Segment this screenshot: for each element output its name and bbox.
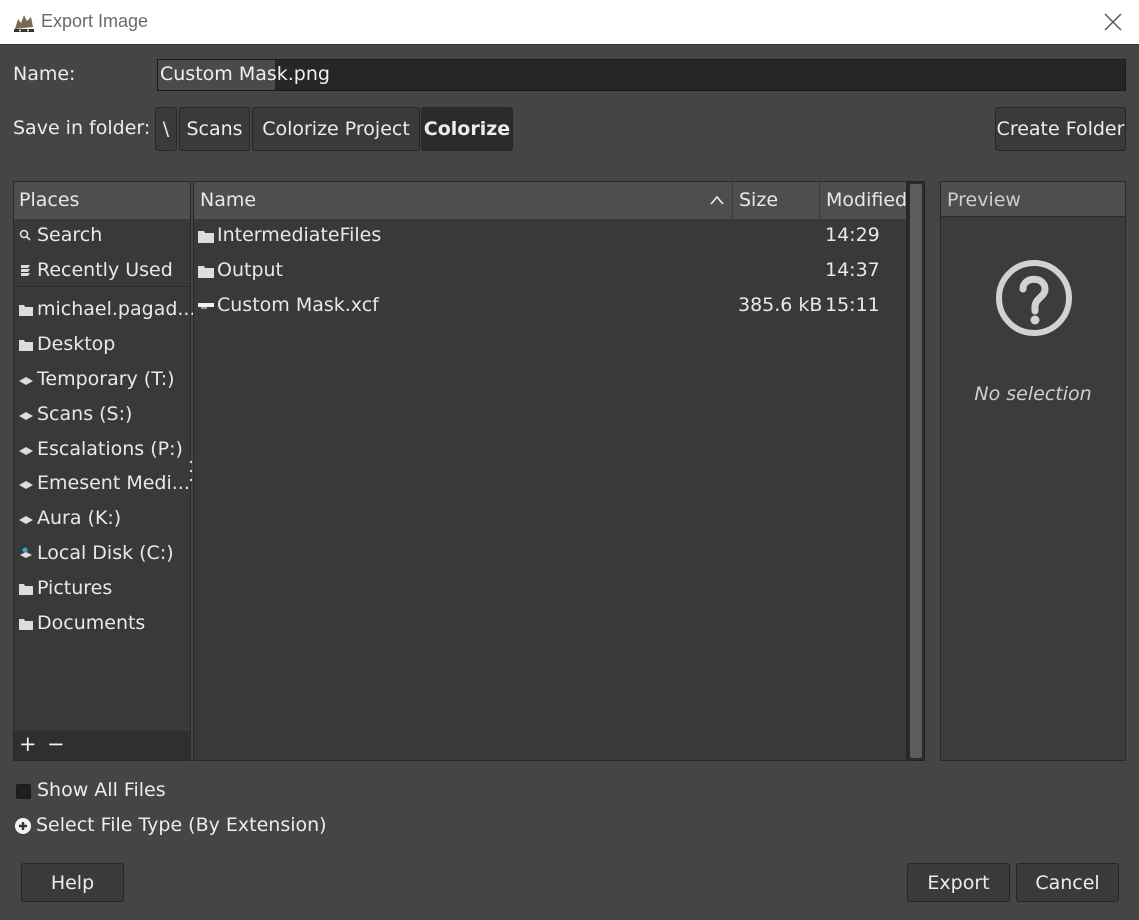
place-aura[interactable]: Aura (K:) [14,503,190,536]
column-name[interactable]: Name [194,182,733,219]
breadcrumb-colorize[interactable]: Colorize [421,107,513,151]
expand-file-type-icon[interactable] [15,818,31,834]
file-list-scrollbar[interactable] [907,181,925,761]
select-file-type-label[interactable]: Select File Type (By Extension) [36,814,327,836]
create-folder-button[interactable]: Create Folder [995,107,1126,151]
file-row-custom-mask-xcf[interactable]: Custom Mask.xcf 385.6 kB 15:11 [194,290,906,324]
drive-icon [19,516,33,524]
breadcrumb-root[interactable]: \ [155,107,177,151]
place-escalations[interactable]: Escalations (P:) [14,434,190,467]
folder-icon [198,266,214,278]
place-desktop[interactable]: Desktop [14,329,190,362]
gimp-app-icon [14,15,34,32]
recent-icon [21,265,30,276]
folder-icon [198,231,214,243]
places-panel: Places Search Recently Used michael.paga… [13,181,196,761]
folder-icon [19,619,33,630]
place-local-disk[interactable]: Local Disk (C:) [14,538,190,571]
place-search[interactable]: Search [14,220,190,253]
filename-value: Custom Mask.png [160,63,330,85]
place-documents[interactable]: Documents [14,608,190,641]
name-label: Name: [13,63,76,85]
folder-icon [19,584,33,595]
remove-bookmark-button[interactable]: − [47,732,65,756]
close-icon[interactable] [1102,11,1124,33]
places-toolbar: + − [14,731,190,760]
preview-header: Preview [941,182,1125,217]
local-disk-icon [20,547,32,558]
breadcrumb-colorize-project[interactable]: Colorize Project [252,107,420,151]
window-title: Export Image [41,11,149,31]
place-emesent-media[interactable]: Emesent Medi... [14,468,190,501]
drive-icon [19,377,33,385]
preview-panel: Preview No selection [940,181,1126,761]
places-separator [14,286,190,287]
drive-icon [19,447,33,455]
show-all-files-label[interactable]: Show All Files [37,779,166,801]
file-list: Name Size Modified IntermediateFiles 14:… [193,181,907,761]
no-selection-text: No selection [974,383,1092,405]
drive-icon [19,481,33,489]
folder-icon [19,340,33,351]
drive-icon [19,412,33,420]
place-recently-used[interactable]: Recently Used [14,255,190,288]
help-button[interactable]: Help [21,863,124,902]
search-icon [19,229,31,241]
export-button[interactable]: Export [907,863,1010,902]
xcf-file-icon [198,303,214,309]
question-mark-icon [996,260,1072,336]
add-bookmark-button[interactable]: + [19,732,37,756]
place-pictures[interactable]: Pictures [14,573,190,606]
column-modified[interactable]: Modified [820,182,907,219]
scrollbar-thumb[interactable] [910,184,922,758]
file-row-intermediatefiles[interactable]: IntermediateFiles 14:29 [194,220,906,254]
cancel-button[interactable]: Cancel [1016,863,1119,902]
column-size[interactable]: Size [733,182,820,219]
show-all-files-checkbox[interactable] [16,784,31,799]
place-home[interactable]: michael.pagad... [14,294,196,327]
folder-icon [19,305,33,316]
title-bar: Export Image [0,0,1139,45]
save-in-folder-label: Save in folder: [13,117,151,139]
place-temporary[interactable]: Temporary (T:) [14,364,190,397]
place-scans[interactable]: Scans (S:) [14,399,190,432]
sort-ascending-icon [710,195,724,205]
places-header[interactable]: Places [14,182,190,219]
file-row-output[interactable]: Output 14:37 [194,255,906,289]
breadcrumb-scans[interactable]: Scans [179,107,250,151]
